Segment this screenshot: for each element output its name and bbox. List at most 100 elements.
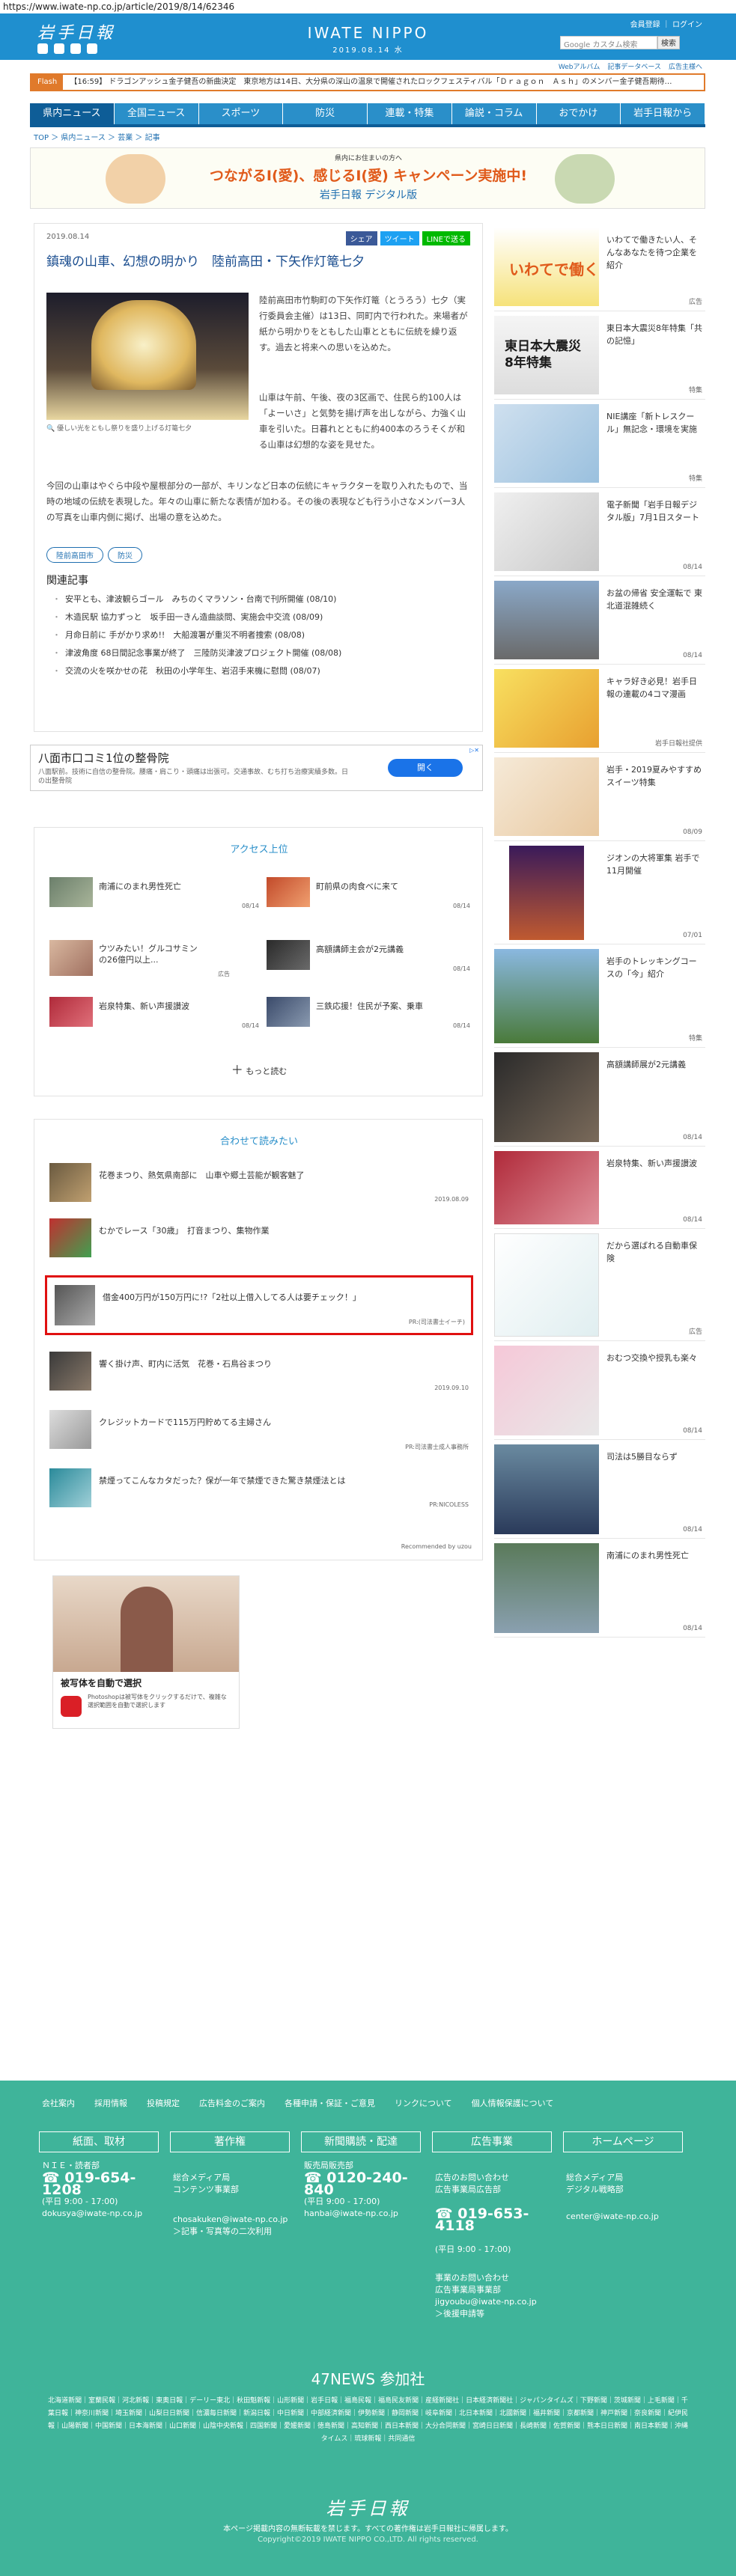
flash-text[interactable]: 【16:59】 ドラゴンアッシュ金子健吾の新曲決定 東京地方は14日、大分県の深… (70, 78, 672, 86)
nav-features[interactable]: 連載・特集 (368, 103, 452, 124)
sidebar-item[interactable]: NIE講座「新トレスクール」無記念・環境を実施 特集 (494, 400, 705, 488)
read-item-highlighted[interactable]: 借金400万円が150万円に!?「2社以上借入してる人は要チェック！」 PR:(… (45, 1275, 473, 1335)
advertiser-link[interactable]: 広告主様へ (669, 61, 702, 71)
sidebar-item[interactable]: ジオンの大将軍集 岩手で11月開催 07/01 (494, 841, 705, 944)
article-photo[interactable] (46, 293, 249, 420)
footer-box-copyright[interactable]: 著作権 (170, 2131, 290, 2152)
sidebar-text: いわてで働きたい人、そんなあなたを待つ企業を紹介 (606, 235, 697, 270)
photoshop-ad[interactable]: 被写体を自動で選択 Photoshopは被写体をクリックするだけで、複雑な選択範… (52, 1575, 240, 1729)
related-item-text: 木造民駅 協力ずっと 坂手田一きん造曲談問、実施会中交流 (08/09) (65, 612, 323, 622)
breadcrumb[interactable]: TOP ＞ 県内ニュース ＞ 芸業 ＞ 記事 (34, 131, 160, 142)
sidebar-item[interactable]: おむつ交換や授乳も楽々 08/14 (494, 1341, 705, 1440)
read-item[interactable]: むかでレース「30歳」 打音まつり、集物作業 (49, 1215, 469, 1263)
read-item[interactable]: クレジットカードで115万円貯めてる主婦さん PR:司法書士成人事務所 (49, 1407, 469, 1455)
sidebar-item[interactable]: 司法は5勝目ならず 08/14 (494, 1440, 705, 1539)
footer-col-mail[interactable]: center@iwate-np.co.jp (566, 2211, 693, 2223)
nav-national-news[interactable]: 全国ニュース (114, 103, 199, 124)
footer-logo[interactable]: 岩手日報 (0, 2494, 736, 2520)
tag-disaster[interactable]: 防災 (108, 547, 142, 563)
recommended-by[interactable]: Recommended by uzou (401, 1543, 472, 1550)
register-link[interactable]: 会員登録 (630, 21, 660, 29)
related-item[interactable]: ・安平とも、津波観らゴール みちのくマラソン・台南で刊所開催 (08/10) (52, 590, 472, 608)
sidebar-item[interactable]: だから選ばれる自動車保険 広告 (494, 1229, 705, 1341)
nav-sports[interactable]: スポーツ (198, 103, 284, 124)
address-bar[interactable]: https://www.iwate-np.co.jp/article/2019/… (0, 0, 736, 13)
zoom-icon[interactable]: 🔍 (46, 425, 55, 433)
nav-disaster[interactable]: 防災 (283, 103, 368, 124)
ranking-item[interactable]: 町前県の肉食べに来て 08/14 (267, 877, 470, 913)
sidebar-thumb (509, 846, 584, 940)
footer-col-mail[interactable]: dokusya@iwate-np.co.jp (42, 2208, 169, 2220)
sidebar-item[interactable]: 南浦にのまれ男性死亡 08/14 (494, 1539, 705, 1638)
footer-col-mail[interactable]: chosakuken@iwate-np.co.jp ＞記事・写真等の二次利用 (173, 2214, 300, 2238)
login-link[interactable]: ログイン (672, 21, 702, 29)
share-twitter-button[interactable]: ツイート (380, 231, 419, 245)
sidebar-item[interactable]: 岩泉特集、新い声援讃波 08/14 (494, 1147, 705, 1229)
footer-box-advertising[interactable]: 広告事業 (432, 2131, 552, 2152)
photo-caption-text: 優しい光をともし祭りを盛り上げる灯篭七夕 (57, 425, 192, 433)
footer-box-editorial[interactable]: 紙面、取材 (39, 2131, 159, 2152)
sidebar-text: 高額講師展が2元講義 (606, 1060, 686, 1069)
ranking-item[interactable]: 岩泉特集、新い声援讃波 08/14 (49, 997, 259, 1033)
sidebar-item[interactable]: お盆の帰省 安全運転で 東北道混雑続く 08/14 (494, 576, 705, 665)
sidebar-item[interactable]: 電子新聞「岩手日報デジタル版」7月1日スタート 08/14 (494, 488, 705, 576)
sidebar-thumb (494, 669, 599, 748)
nav-from-nippo[interactable]: 岩手日報から (621, 103, 705, 124)
nav-outing[interactable]: おでかけ (536, 103, 621, 124)
ranking-item[interactable]: 南浦にのまれ男性死亡 08/14 (49, 877, 259, 913)
tag-rikuzentakata[interactable]: 陸前高田市 (46, 547, 103, 563)
article-database-link[interactable]: 記事データベース (607, 61, 661, 71)
ranking-item[interactable]: ウツみたい！グルコサミンの26億円以上... 広告 (49, 940, 259, 982)
footer-col-mail[interactable]: hanbai@iwate-np.co.jp (304, 2208, 431, 2220)
footer-col-tel[interactable]: ☎ 0120-240-840 (304, 2171, 431, 2197)
related-item[interactable]: ・木造民駅 協力ずっと 坂手田一きん造曲談問、実施会中交流 (08/09) (52, 608, 472, 626)
search-input[interactable]: Google カスタム検索 (560, 36, 657, 49)
sidebar-item[interactable]: 高額講師展が2元講義 08/14 (494, 1048, 705, 1147)
related-item[interactable]: ・月命日前に 手がかり求め!! 大船渡署が重災不明者捜索 (08/08) (52, 626, 472, 644)
read-item[interactable]: 禁煙ってこんなカタだった？保が一年で禁煙できた驚き禁煙法とは PR:NICOLE… (49, 1465, 469, 1513)
ranking-item[interactable]: 三鉄応援！住民が予案、乗車 08/14 (267, 997, 470, 1033)
footer-col-tel[interactable]: ☎ 019-653-4118 (435, 2207, 562, 2233)
campaign-banner[interactable]: 県内にお住まいの方へ つながるI(愛)、感じるI(愛) キャンペーン実施中! 岩… (30, 147, 705, 209)
web-album-link[interactable]: Webアルバム (559, 61, 600, 71)
sidebar-item[interactable]: 東日本大震災 8年特集 東日本大震災8年特集「共の記憶」 特集 (494, 311, 705, 400)
share-facebook-button[interactable]: シェア (345, 231, 377, 245)
sidebar-item[interactable]: いわてで働く いわてで働きたい人、そんなあなたを待つ企業を紹介 広告 (494, 223, 705, 311)
share-line-button[interactable]: LINEで送る (422, 231, 470, 245)
footer-link[interactable]: 各種申請・保証・ご意見 (285, 2097, 375, 2109)
ranking-text: 三鉄応援！住民が予案、乗車 (316, 1001, 423, 1011)
footer-link[interactable]: リンクについて (395, 2097, 452, 2109)
read-more-button[interactable]: ＋ もっと読む (34, 1060, 484, 1078)
sidebar-date: 08/14 (683, 1216, 702, 1224)
flash-news-bar[interactable]: Flash 【16:59】 ドラゴンアッシュ金子健吾の新曲決定 東京地方は14日… (30, 73, 705, 91)
site-header: 岩手日報 IWATE NIPPO 2019.08.14 水 会員登録 ｜ ログイ… (0, 13, 736, 60)
related-item[interactable]: ・津波角度 68日間記念事業が終了 三陸防災津波プロジェクト開催 (08/08) (52, 644, 472, 662)
search-button[interactable]: 検索 (657, 36, 680, 49)
nav-column[interactable]: 論説・コラム (451, 103, 537, 124)
sidebar-item[interactable]: キャラ好き必見！岩手日報の連載の4コマ漫画 岩手日報社提供 (494, 665, 705, 753)
footer-box-subscription[interactable]: 新聞購読・配達 (301, 2131, 421, 2152)
sidebar-item[interactable]: 岩手のトレッキングコースの「今」紹介 特集 (494, 944, 705, 1048)
footer-box-homepage[interactable]: ホームページ (563, 2131, 683, 2152)
ranking-item[interactable]: 高額講師主会が2元講義 08/14 (267, 940, 470, 976)
news47-list[interactable]: 北海道新聞｜室蘭民報｜河北新報｜東奥日報｜デーリー東北｜秋田魁新報｜山形新聞｜岩… (45, 2395, 691, 2446)
footer-col-mail[interactable]: 事業のお問い合わせ 広告事業局事業部 jigyoubu@iwate-np.co.… (435, 2272, 562, 2320)
read-item[interactable]: 花巻まつり、熱気県南部に 山車や郷土芸能が観客魅了 2019.08.09 (49, 1160, 469, 1208)
footer-link[interactable]: 広告料金のご案内 (199, 2097, 265, 2109)
footer-link[interactable]: 採用情報 (94, 2097, 127, 2109)
sidebar-text: キャラ好き必見！岩手日報の連載の4コマ漫画 (606, 677, 697, 699)
read-item[interactable]: 響く掛け声、町内に活気 花巻・石鳥谷まつり 2019.09.10 (49, 1349, 469, 1397)
footer-col-label: 総合メディア局 デジタル戦略部 (566, 2173, 624, 2194)
related-item[interactable]: ・交流の火を咲かせの花 秋田の小学年生、岩沼手来機に慰問 (08/07) (52, 662, 472, 680)
footer-link[interactable]: 会社案内 (42, 2097, 75, 2109)
footer-col-hours: (平日 9:00 - 17:00) (42, 2197, 118, 2206)
footer-col-tel[interactable]: ☎ 019-654-1208 (42, 2171, 169, 2197)
sidebar-thumb (494, 1346, 599, 1435)
nav-prefecture-news[interactable]: 県内ニュース (30, 103, 115, 124)
footer-link[interactable]: 投稿規定 (147, 2097, 180, 2109)
sidebar-item[interactable]: 岩手・2019夏みやすすめスイーツ特集 08/09 (494, 753, 705, 841)
ad-open-button[interactable]: 開く (388, 759, 463, 777)
footer-link[interactable]: 個人情報保護について (472, 2097, 554, 2109)
text-ad[interactable]: 八面市口コミ1位の整骨院 八面駅前。技術に自信の整骨院。腰痛・肩こり・頭痛は出張… (30, 745, 483, 791)
ad-choices-icon[interactable]: ▷✕ (469, 747, 479, 754)
